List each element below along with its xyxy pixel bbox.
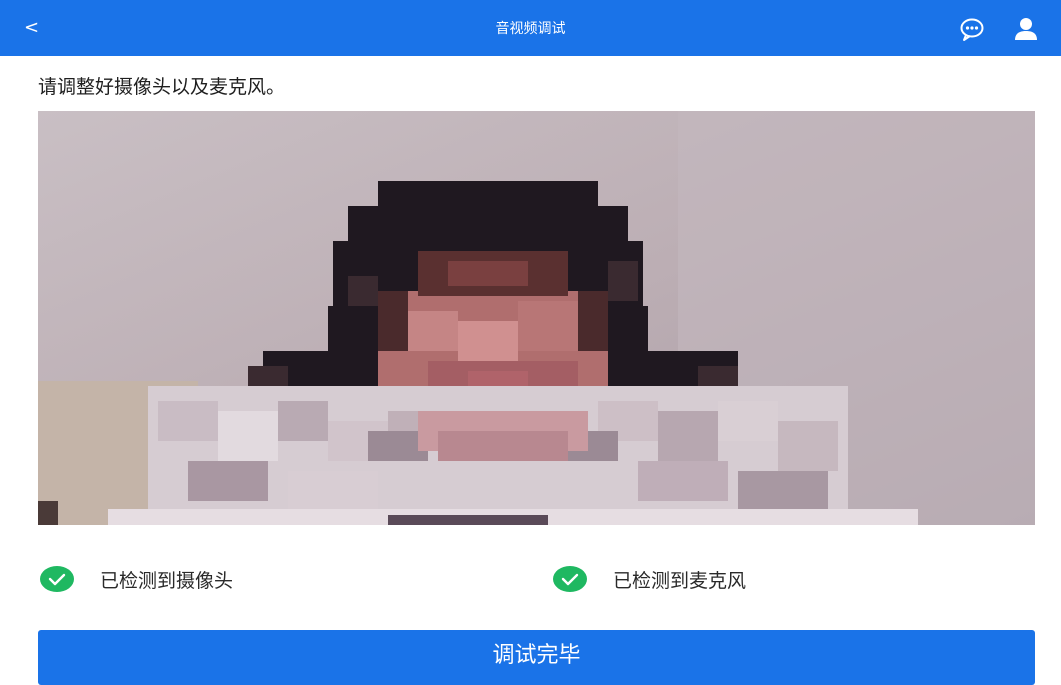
camera-status-label: 已检测到摄像头 — [100, 569, 234, 592]
camera-status: 已检测到摄像头 — [40, 563, 233, 595]
microphone-status: 已检测到麦克风 — [553, 563, 746, 595]
camera-preview-image — [38, 111, 1035, 525]
instruction-text: 请调整好摄像头以及麦克风。 — [38, 76, 286, 98]
camera-preview — [38, 111, 1035, 525]
check-circle-icon — [553, 566, 587, 592]
user-icon[interactable] — [1013, 16, 1039, 42]
microphone-status-label: 已检测到麦克风 — [613, 569, 747, 592]
page-title: 音视频调试 — [495, 21, 566, 37]
check-circle-icon — [40, 566, 74, 592]
top-nav-bar: < 音视频调试 — [0, 0, 1061, 56]
chat-bubble-icon[interactable] — [959, 16, 985, 42]
